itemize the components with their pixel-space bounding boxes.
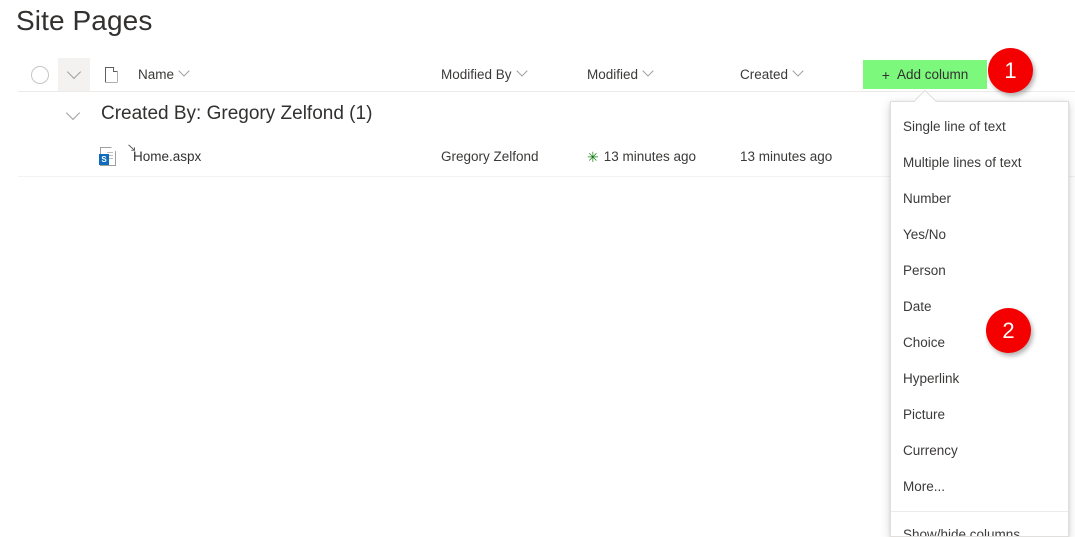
add-column-menu: Single line of text Multiple lines of te…: [890, 101, 1069, 537]
menu-item-currency[interactable]: Currency: [891, 433, 1068, 469]
group-collapse-toggle[interactable]: [64, 105, 82, 125]
column-header-modified-by-label: Modified By: [441, 67, 512, 82]
menu-item-single-line-of-text[interactable]: Single line of text: [891, 109, 1068, 145]
annotation-badge-1: 1: [988, 48, 1033, 93]
add-column-menu-list: Single line of text Multiple lines of te…: [891, 102, 1068, 536]
column-header-modified[interactable]: Modified: [587, 58, 654, 91]
menu-divider: [891, 511, 1068, 512]
menu-item-person[interactable]: Person: [891, 253, 1068, 289]
menu-beak: [915, 90, 937, 102]
add-column-button[interactable]: + Add column: [863, 60, 987, 89]
chevron-down-icon: [66, 64, 82, 79]
menu-item-show-hide-columns[interactable]: Show/hide columns: [891, 517, 1068, 536]
file-type-filter-button[interactable]: [58, 58, 90, 91]
file-name-link[interactable]: Home.aspx: [133, 149, 201, 164]
sharepoint-page-icon: S: [99, 147, 116, 166]
column-header-created-label: Created: [740, 67, 789, 82]
chevron-down-icon: [642, 65, 654, 81]
sharepoint-badge-letter: S: [99, 154, 109, 165]
column-header-created[interactable]: Created: [740, 58, 804, 91]
plus-icon: +: [881, 66, 890, 83]
menu-item-hyperlink[interactable]: Hyperlink: [891, 361, 1068, 397]
page-title: Site Pages: [16, 5, 153, 36]
column-header-name-label: Name: [138, 67, 175, 82]
menu-item-date[interactable]: Date: [891, 289, 1068, 325]
document-type-column-header[interactable]: [98, 58, 124, 91]
document-icon: [105, 67, 118, 83]
chevron-down-icon: [65, 105, 81, 121]
menu-item-picture[interactable]: Picture: [891, 397, 1068, 433]
column-header-modified-by[interactable]: Modified By: [441, 58, 528, 91]
annotation-badge-2: 2: [986, 308, 1031, 353]
cell-modified-value: 13 minutes ago: [603, 149, 697, 164]
menu-item-more[interactable]: More...: [891, 469, 1068, 505]
circle-icon: [31, 65, 49, 84]
chevron-down-icon: [792, 65, 804, 81]
menu-item-multiple-lines-of-text[interactable]: Multiple lines of text: [891, 145, 1068, 181]
add-column-label: Add column: [896, 67, 969, 82]
menu-item-number[interactable]: Number: [891, 181, 1068, 217]
cell-modified-by: Gregory Zelfond: [441, 149, 539, 164]
chevron-down-icon: [515, 65, 528, 81]
column-header-modified-label: Modified: [587, 67, 639, 82]
select-all-checkbox[interactable]: [25, 58, 55, 91]
cell-modified: ✳ 13 minutes ago: [587, 149, 696, 164]
group-header-label: Created By: Gregory Zelfond (1): [101, 103, 373, 124]
column-header-name[interactable]: Name: [138, 58, 190, 91]
menu-item-choice[interactable]: Choice: [891, 325, 1068, 361]
menu-item-yes-no[interactable]: Yes/No: [891, 217, 1068, 253]
cell-created: 13 minutes ago: [740, 149, 833, 164]
chevron-down-icon: [178, 65, 190, 81]
new-indicator-icon: ✳: [587, 149, 599, 165]
